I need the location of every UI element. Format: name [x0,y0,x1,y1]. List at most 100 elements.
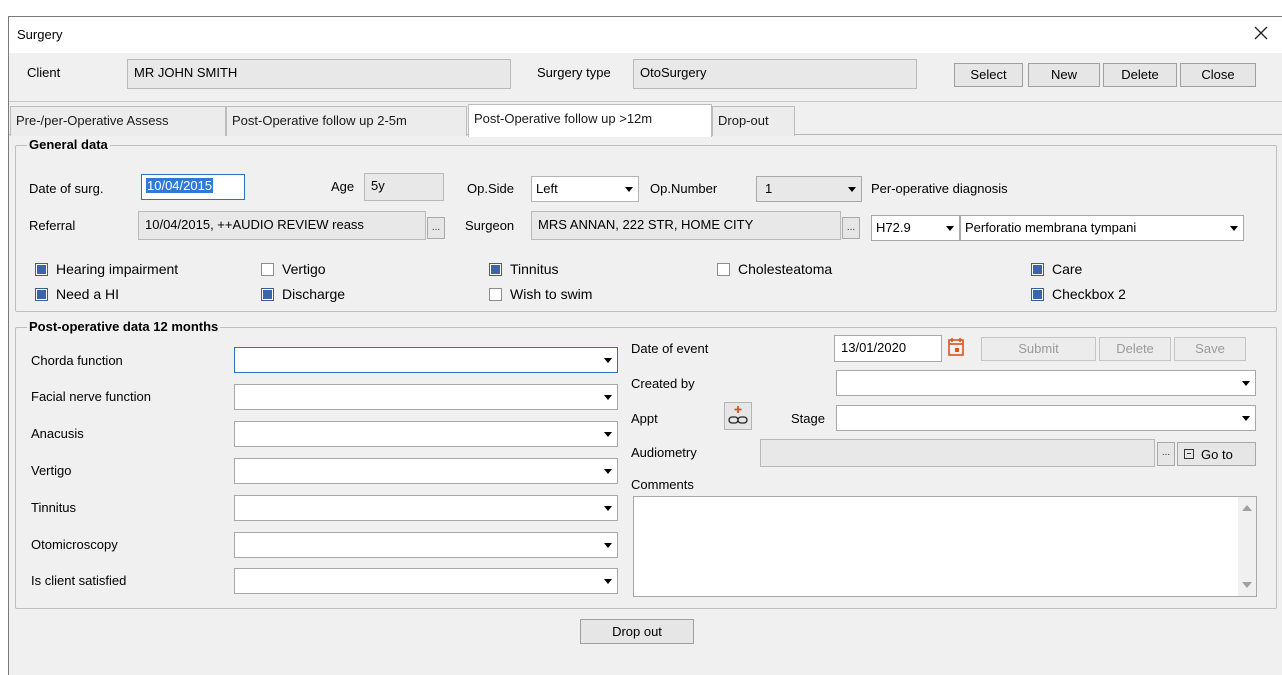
go-to-label: Go to [1201,446,1233,462]
checkbox-wish-to-swim[interactable]: Wish to swim [489,286,592,302]
checkbox-label: Vertigo [282,261,326,277]
window-title: Surgery [17,27,63,42]
tab-pre-operative[interactable]: Pre-/per-Operative Assess [10,106,226,136]
tab-drop-out[interactable]: Drop-out [712,106,795,136]
checkbox-label: Care [1052,261,1083,277]
chevron-down-icon [620,177,638,201]
checkbox-box [1031,287,1044,301]
chevron-down-icon [941,216,959,240]
tinnitus-label: Tinnitus [31,500,77,515]
new-button[interactable]: New [1028,63,1100,87]
stage-select[interactable] [836,405,1256,431]
calendar-icon[interactable] [947,337,965,357]
chevron-down-icon [843,177,861,201]
chevron-down-icon [1225,216,1243,240]
link-appointment-icon[interactable] [724,402,752,430]
submit-button[interactable]: Submit [981,337,1096,361]
close-button[interactable]: Close [1180,63,1256,87]
vertigo-select[interactable] [234,458,618,484]
referral-browse-button[interactable]: ... [427,217,445,239]
date-of-surgery-label: Date of surg. [29,181,104,196]
checkbox-box [35,262,48,276]
checkbox-discharge[interactable]: Discharge [261,286,345,302]
date-of-surgery-value: 10/04/2015 [146,178,214,193]
tab-post-operative-12m[interactable]: Post-Operative follow up >12m [468,104,712,137]
checkbox-box [717,262,730,276]
chorda-function-label: Chorda function [31,353,123,368]
client-label: Client [27,65,61,80]
diagnosis-code-value: H72.9 [876,220,911,235]
client-field: MR JOHN SMITH [127,59,511,89]
delete-button[interactable]: Delete [1103,63,1177,87]
checkbox-label: Wish to swim [510,286,593,302]
otomicroscopy-select[interactable] [234,532,618,558]
facial-nerve-select[interactable] [234,384,618,410]
chevron-down-icon [1237,406,1255,430]
diagnosis-text-select[interactable]: Perforatio membrana tympani [960,215,1244,241]
chevron-down-icon [599,348,617,372]
op-number-value: 1 [765,181,773,196]
tab-bar: Pre-/per-Operative Assess Post-Operative… [9,101,1282,137]
created-by-select[interactable] [836,370,1256,396]
vertigo-label: Vertigo [31,463,72,478]
checkbox-box [261,262,274,276]
chorda-function-select[interactable] [234,347,618,373]
title-bar: Surgery [9,17,1282,53]
save-button[interactable]: Save [1174,337,1246,361]
anacusis-select[interactable] [234,421,618,447]
comments-scrollbar[interactable] [1238,497,1256,596]
drop-out-button[interactable]: Drop out [580,619,694,644]
chevron-down-icon [599,385,617,409]
chevron-down-icon [599,533,617,557]
checkbox-box [1031,262,1044,276]
chevron-down-icon [1237,371,1255,395]
checkbox-label: Checkbox 2 [1052,286,1126,302]
checkbox-box [489,262,502,276]
op-side-select[interactable]: Left [531,176,639,202]
surgeon-browse-button[interactable]: ... [842,217,860,239]
checkbox-label: Discharge [282,286,346,302]
audiometry-label: Audiometry [631,445,697,460]
diagnosis-text-value: Perforatio membrana tympani [965,220,1137,235]
age-label: Age [331,179,355,194]
diagnosis-code-select[interactable]: H72.9 [871,215,960,241]
delete-event-button[interactable]: Delete [1099,337,1171,361]
checkbox-box [35,287,48,301]
chevron-down-icon [599,496,617,520]
referral-label: Referral [29,218,76,233]
checkbox-vertigo[interactable]: Vertigo [261,261,326,277]
surgery-type-label: Surgery type [537,65,611,80]
date-of-event-label: Date of event [631,341,709,356]
general-data-title: General data [27,137,110,152]
tinnitus-select[interactable] [234,495,618,521]
audiometry-browse-button[interactable]: ... [1157,442,1175,466]
referral-field: 10/04/2015, ++AUDIO REVIEW reass [138,211,426,240]
scroll-up-icon[interactable] [1242,505,1252,511]
tab-post-operative-2-5m[interactable]: Post-Operative follow up 2-5m [226,106,467,136]
anacusis-label: Anacusis [31,426,84,441]
op-number-select[interactable]: 1 [756,176,862,202]
checkbox-checkbox-2[interactable]: Checkbox 2 [1031,286,1126,302]
post-operative-title: Post-operative data 12 months [27,319,221,334]
checkbox-care[interactable]: Care [1031,261,1082,277]
surgery-type-field: OtoSurgery [633,59,917,89]
go-to-button[interactable]: Go to [1177,442,1256,466]
op-side-value: Left [536,181,558,196]
select-button[interactable]: Select [954,63,1023,87]
scroll-down-icon[interactable] [1242,582,1252,588]
checkbox-box [261,287,274,301]
client-satisfied-select[interactable] [234,568,618,594]
comments-textarea[interactable] [633,496,1257,597]
checkbox-hearing-impairment[interactable]: Hearing impairment [35,261,178,277]
date-of-event-input[interactable]: 13/01/2020 [834,335,942,362]
surgery-window: Surgery Client MR JOHN SMITH Surgery typ… [8,16,1282,675]
date-of-surgery-input[interactable]: 10/04/2015 [141,174,245,200]
checkbox-label: Tinnitus [510,261,559,277]
chevron-down-icon [599,459,617,483]
stage-label: Stage [791,411,825,426]
checkbox-cholesteatoma[interactable]: Cholesteatoma [717,261,832,277]
chevron-down-icon [599,422,617,446]
checkbox-tinnitus[interactable]: Tinnitus [489,261,559,277]
checkbox-need-a-hi[interactable]: Need a HI [35,286,119,302]
close-icon[interactable] [1249,21,1273,45]
